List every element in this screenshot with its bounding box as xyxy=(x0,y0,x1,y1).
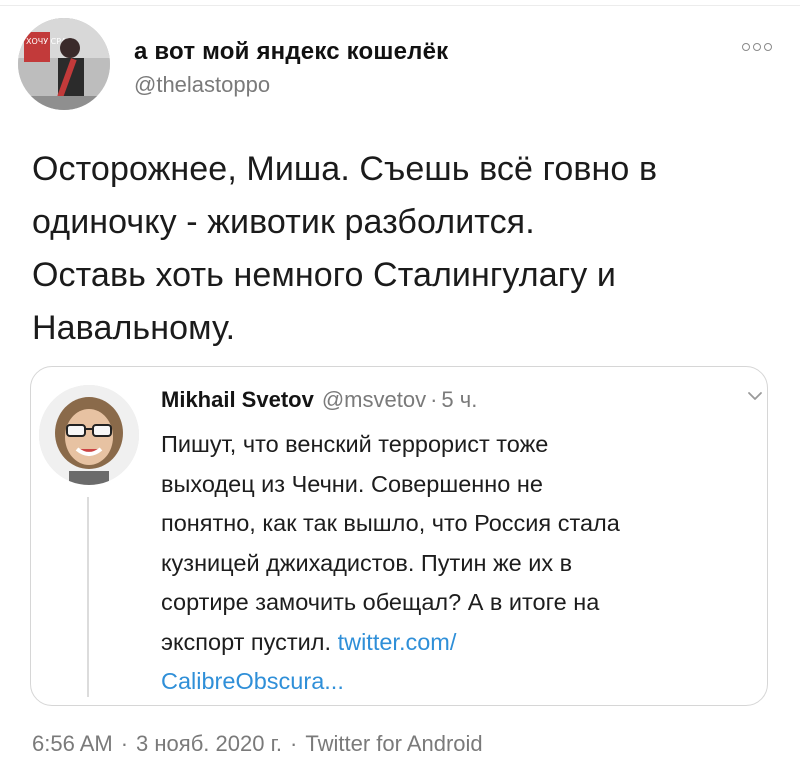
author-handle[interactable]: @thelastoppo xyxy=(134,72,448,98)
avatar-photo-icon: ХОЧУ СРАТЬ xyxy=(18,18,110,110)
tweet-time[interactable]: 6:56 AM xyxy=(32,731,113,756)
footer-separator: · xyxy=(120,731,129,756)
tweet-text-line: Осторожнее, Миша. Съешь всё говно в xyxy=(32,150,658,188)
footer-separator: · xyxy=(290,731,298,756)
quoted-text-line: кузницей джихадистов. Путин же их в xyxy=(161,549,573,576)
quoted-text: Пишут, что венский террорист тоже выходе… xyxy=(161,425,761,702)
tweet-text-line: Навальному. xyxy=(32,309,236,347)
tweet-text: Осторожнее, Миша. Съешь всё говно в один… xyxy=(32,143,772,355)
quoted-timestamp[interactable]: 5 ч. xyxy=(441,387,477,412)
quoted-link-part2[interactable]: CalibreObscura... xyxy=(161,668,344,694)
author-block: а вот мой яндекс кошелёк @thelastoppo xyxy=(134,38,448,98)
avatar-photo-icon xyxy=(39,385,139,485)
author-display-name[interactable]: а вот мой яндекс кошелёк xyxy=(134,38,448,66)
quoted-text-line: понятно, как так вышло, что Россия стала xyxy=(161,510,620,536)
top-divider xyxy=(0,0,800,6)
quoted-author-handle[interactable]: @msvetov xyxy=(322,387,426,412)
quoted-text-line: выходец из Чечни. Совершенно не xyxy=(161,470,543,497)
tweet-header: ХОЧУ СРАТЬ а вот мой яндекс кошелёк @the… xyxy=(18,18,782,118)
quoted-author-name[interactable]: Mikhail Svetov xyxy=(161,387,314,412)
quoted-text-line: экспорт пустил. xyxy=(161,628,338,655)
quoted-text-line: Пишут, что венский террорист тоже xyxy=(161,431,549,457)
author-avatar[interactable]: ХОЧУ СРАТЬ xyxy=(18,18,110,110)
thread-line xyxy=(87,497,89,697)
tweet-footer: 6:56 AM · 3 нояб. 2020 г. · Twitter for Andr… xyxy=(32,731,483,757)
chevron-down-icon[interactable] xyxy=(747,389,763,403)
tweet-source[interactable]: Twitter for Android xyxy=(305,731,482,756)
quoted-link-part1[interactable]: twitter.com/ xyxy=(338,629,457,655)
tweet-text-line: Оставь хоть немного Сталингулагу и xyxy=(32,256,616,294)
quoted-tweet-card[interactable]: Mikhail Svetov @msvetov · 5 ч. Пишут, что в… xyxy=(30,366,768,706)
quoted-text-line-with-link: экспорт пустил. twitter.com/ xyxy=(161,623,761,663)
quoted-header: Mikhail Svetov @msvetov · 5 ч. xyxy=(161,387,477,413)
more-dots-icon[interactable] xyxy=(742,40,776,54)
quoted-text-line: сортире замочить обещал? А в итоге на xyxy=(161,589,600,615)
quoted-separator: · xyxy=(430,387,438,412)
quoted-author-avatar[interactable] xyxy=(39,385,139,485)
tweet-date[interactable]: 3 нояб. 2020 г. xyxy=(136,731,282,756)
tweet-text-line: одиночку - животик разболится. xyxy=(32,203,535,241)
